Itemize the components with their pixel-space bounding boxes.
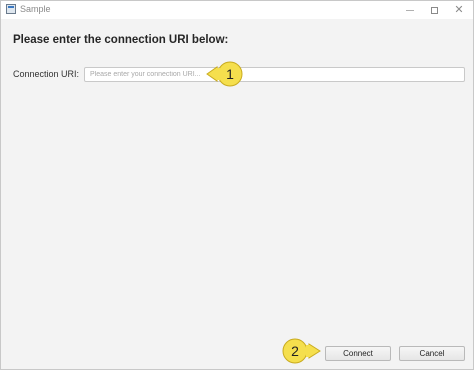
maximize-icon — [430, 6, 438, 14]
app-window-icon — [6, 4, 16, 14]
maximize-button[interactable] — [420, 1, 448, 19]
connection-uri-label: Connection URI: — [13, 69, 80, 79]
app-window: Sample ✕ Please enter the connection URI… — [0, 0, 474, 370]
connect-button[interactable]: Connect — [325, 346, 391, 361]
page-title: Please enter the connection URI below: — [13, 34, 229, 46]
connection-uri-input[interactable] — [84, 67, 465, 82]
callout-number-2: 2 — [291, 343, 299, 359]
close-button[interactable]: ✕ — [445, 1, 473, 19]
window-title: Sample — [20, 4, 51, 14]
callout-badge-2: 2 — [282, 338, 321, 364]
callout-number-1: 1 — [226, 66, 234, 82]
close-icon: ✕ — [454, 3, 464, 16]
minimize-icon — [406, 9, 414, 11]
cancel-button[interactable]: Cancel — [399, 346, 465, 361]
callout-badge-1: 1 — [206, 61, 243, 87]
title-bar[interactable]: Sample ✕ — [1, 1, 473, 19]
